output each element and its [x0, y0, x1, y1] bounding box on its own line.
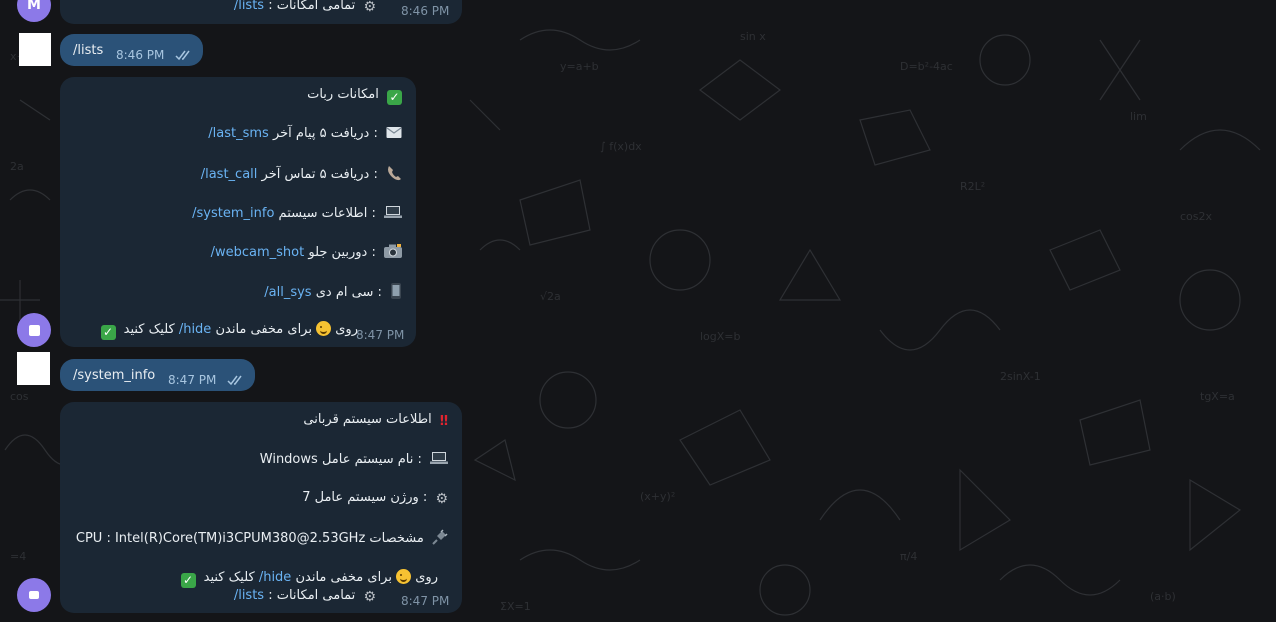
svg-text:2sinX-1: 2sinX-1: [1000, 370, 1041, 383]
line-text: : تمامی امکانات: [268, 0, 356, 13]
bot-avatar[interactable]: [17, 578, 51, 612]
svg-text:∫ f(x)dx: ∫ f(x)dx: [600, 140, 642, 153]
command-link[interactable]: /last_call: [201, 167, 258, 182]
command-link[interactable]: /all_sys: [264, 285, 311, 300]
message-time: 8:47 PM: [356, 328, 405, 342]
command-link[interactable]: /hide: [179, 322, 211, 337]
double-check-icon: [227, 375, 242, 386]
svg-text:R2L²: R2L²: [960, 180, 985, 193]
message-line: /lists : تمامی امکانات ⚙: [234, 0, 376, 15]
command-link[interactable]: /webcam_shot: [211, 245, 305, 260]
mobile-icon: [391, 283, 401, 299]
command-link[interactable]: /lists: [234, 0, 264, 13]
sysinfo-item: Windows نام سیستم عامل :: [260, 451, 448, 467]
envelope-icon: [386, 127, 402, 138]
sysinfo-value: CPU : Intel(R)Core(TM)i3CPUM380@2.53GHz: [75, 531, 366, 546]
system-info-message: اطلاعات سیستم قربانی ‼ Windows نام سیستم…: [60, 402, 462, 613]
menu-title: امکانات ربات ✓: [307, 87, 402, 105]
svg-text:π/4: π/4: [900, 550, 917, 563]
winking-face-icon: [396, 569, 412, 584]
sysinfo-value: Windows: [259, 452, 318, 467]
command-link[interactable]: /system_info: [192, 206, 274, 221]
bot-menu-message: امکانات ربات ✓ /last_sms دریافت ۵ پیام آ…: [60, 77, 416, 347]
check-mark-icon: ✓: [387, 90, 402, 105]
message-time: 8:47 PM: [168, 373, 217, 387]
hide-instruction: ✓ کلیک کنید /hide روی برای مخفی ماندن: [180, 569, 438, 588]
svg-text:logX=b: logX=b: [700, 330, 741, 343]
file-icon: [29, 591, 39, 599]
plug-icon: [432, 529, 448, 545]
outgoing-message: /system_info 8:47 PM: [60, 359, 255, 391]
winking-face-icon: [316, 321, 332, 336]
svg-text:ΣX=1: ΣX=1: [500, 600, 531, 613]
menu-item[interactable]: /webcam_shot دوربین جلو :: [211, 244, 402, 260]
sysinfo-item: CPU : Intel(R)Core(TM)i3CPUM380@2.53GHz …: [76, 529, 448, 546]
message-line: /lists : تمامی امکانات ⚙: [233, 588, 376, 605]
command-link[interactable]: /lists: [234, 588, 264, 603]
message-time: 8:46 PM: [401, 4, 450, 18]
message-time: 8:46 PM: [116, 48, 165, 62]
message-time: 8:47 PM: [401, 594, 450, 608]
file-icon: [28, 324, 40, 336]
svg-text:D=b²-4ac: D=b²-4ac: [900, 60, 953, 73]
svg-text:tgX=a: tgX=a: [1200, 390, 1235, 403]
outgoing-message: /lists 8:46 PM: [60, 34, 203, 66]
user-avatar: [19, 33, 51, 66]
bot-avatar[interactable]: [17, 313, 51, 347]
svg-text:cos: cos: [10, 390, 29, 403]
sysinfo-title: اطلاعات سیستم قربانی ‼: [303, 412, 448, 429]
command-link[interactable]: /last_sms: [208, 126, 269, 141]
svg-text:2a: 2a: [10, 160, 24, 173]
check-mark-icon: ✓: [100, 325, 116, 340]
gear-icon: ⚙: [363, 589, 376, 605]
hide-instruction: ✓ کلیک کنید /hide روی برای مخفی ماندن: [100, 321, 358, 340]
message-text: /lists: [73, 43, 104, 58]
svg-text:sin x: sin x: [740, 30, 766, 43]
message-text: /system_info: [73, 368, 155, 383]
menu-item[interactable]: /all_sys سی ام دی :: [264, 283, 402, 300]
sysinfo-item: 7 ورژن سیستم عامل : ⚙: [302, 490, 448, 507]
svg-text:√2a: √2a: [540, 290, 561, 303]
camera-icon: [384, 244, 402, 258]
double-check-icon: [175, 50, 190, 61]
check-mark-icon: ✓: [180, 573, 196, 588]
incoming-message: /lists : تمامی امکانات ⚙ 8:46 PM: [60, 0, 462, 24]
command-link[interactable]: /hide: [259, 570, 291, 585]
svg-text:=4: =4: [10, 550, 26, 563]
phone-icon: [388, 166, 401, 181]
laptop-icon: [430, 452, 448, 464]
gear-icon: ⚙: [363, 0, 376, 15]
user-avatar: [17, 352, 50, 385]
svg-text:(a·b): (a·b): [1150, 590, 1176, 603]
double-exclamation-icon: ‼: [439, 414, 448, 429]
svg-text:y=a+b: y=a+b: [560, 60, 599, 73]
menu-item[interactable]: /last_call دریافت ۵ تماس آخر :: [201, 165, 402, 182]
laptop-icon: [384, 206, 402, 218]
menu-item[interactable]: /system_info اطلاعات سیستم :: [192, 205, 402, 221]
svg-text:(x+y)²: (x+y)²: [640, 490, 675, 503]
gear-icon: ⚙: [435, 491, 448, 507]
avatar-letter: M: [27, 0, 41, 13]
menu-item[interactable]: /last_sms دریافت ۵ پیام آخر :: [208, 126, 402, 141]
svg-text:lim: lim: [1130, 110, 1147, 123]
bot-avatar[interactable]: M: [17, 0, 51, 22]
svg-text:cos2x: cos2x: [1180, 210, 1213, 223]
sysinfo-value: 7: [302, 490, 311, 505]
